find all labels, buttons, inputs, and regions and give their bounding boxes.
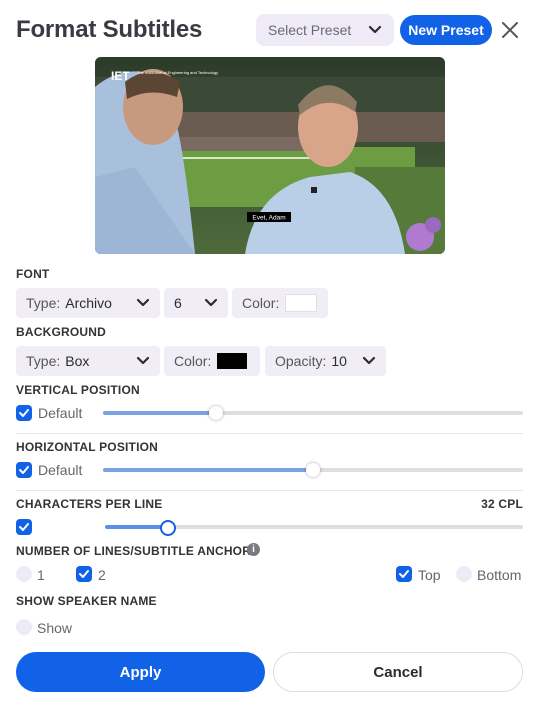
font-color-label: Color:: [242, 295, 280, 311]
chevron-down-icon: [136, 356, 150, 366]
checkmark-icon: [19, 409, 29, 417]
divider: [16, 490, 523, 491]
iet-logo-subtext: The Institution of Engineering and Techn…: [137, 70, 218, 75]
font-section-label: FONT: [16, 267, 50, 281]
horizontal-default-checkbox[interactable]: [16, 462, 32, 478]
vertical-position-label: VERTICAL POSITION: [16, 383, 140, 397]
background-type-value: Box: [65, 353, 90, 369]
chevron-down-icon: [136, 298, 150, 308]
info-icon[interactable]: i: [247, 543, 260, 556]
apply-button[interactable]: Apply: [16, 652, 265, 692]
preset-select-label: Select Preset: [268, 22, 352, 38]
vertical-position-slider[interactable]: [103, 411, 523, 415]
background-type-label: Type:: [26, 353, 61, 369]
lines-1-label: 1: [37, 567, 45, 583]
slider-fill: [103, 468, 313, 472]
preset-select[interactable]: Select Preset: [256, 14, 394, 46]
background-color-swatch[interactable]: [217, 353, 248, 369]
new-preset-button[interactable]: New Preset: [400, 15, 492, 45]
font-color-swatch[interactable]: [285, 294, 318, 312]
chars-per-line-thumb[interactable]: [159, 520, 176, 536]
chars-per-line-checkbox[interactable]: [16, 519, 32, 535]
opacity-dropdown[interactable]: Opacity: 10: [265, 346, 386, 376]
video-preview: IET The Institution of Engineering and T…: [95, 57, 445, 254]
close-icon[interactable]: [498, 18, 522, 42]
opacity-value: 10: [331, 353, 347, 369]
chars-per-line-value: 32 CPL: [481, 497, 523, 511]
iet-logo-text: IET: [111, 69, 130, 83]
opacity-label: Opacity:: [275, 353, 327, 369]
font-color-picker[interactable]: Color:: [232, 288, 328, 318]
show-speaker-label: Show: [37, 620, 73, 636]
lines-anchor-label: NUMBER OF LINES/SUBTITLE ANCHOR: [16, 544, 252, 558]
horizontal-slider-thumb[interactable]: [306, 463, 320, 477]
video-frame-image: IET The Institution of Engineering and T…: [95, 57, 445, 254]
anchor-bottom-label: Bottom: [477, 567, 522, 583]
lines-1-checkbox[interactable]: [16, 566, 32, 582]
font-type-dropdown[interactable]: Type: Archivo: [16, 288, 160, 318]
checkmark-icon: [19, 466, 29, 474]
anchor-top-checkbox[interactable]: [396, 566, 412, 582]
subtitle-caption: Evet, Adam: [252, 215, 285, 222]
lines-2-label: 2: [98, 567, 106, 583]
checkmark-icon: [79, 570, 89, 578]
vertical-default-label: Default: [38, 405, 83, 421]
vertical-slider-thumb[interactable]: [209, 406, 224, 420]
page-title: Format Subtitles: [16, 16, 203, 43]
horizontal-position-label: HORIZONTAL POSITION: [16, 440, 159, 454]
chevron-down-icon: [368, 22, 382, 38]
background-type-dropdown[interactable]: Type: Box: [16, 346, 160, 376]
background-color-picker[interactable]: Color:: [164, 346, 260, 376]
font-type-value: Archivo: [65, 295, 112, 311]
divider: [16, 433, 523, 434]
vertical-default-checkbox[interactable]: [16, 405, 32, 421]
horizontal-default-label: Default: [38, 462, 83, 478]
chars-per-line-label: CHARACTERS PER LINE: [16, 497, 163, 511]
font-size-dropdown[interactable]: 6: [164, 288, 228, 318]
font-type-label: Type:: [26, 295, 61, 311]
cancel-button[interactable]: Cancel: [273, 652, 523, 692]
background-section-label: BACKGROUND: [16, 325, 106, 339]
chevron-down-icon: [204, 298, 218, 308]
show-speaker-checkbox[interactable]: [16, 619, 32, 635]
anchor-bottom-checkbox[interactable]: [456, 566, 472, 582]
font-size-value: 6: [174, 295, 182, 311]
chevron-down-icon: [362, 356, 376, 366]
checkmark-icon: [19, 523, 29, 531]
background-color-label: Color:: [174, 353, 212, 369]
anchor-top-label: Top: [418, 567, 441, 583]
checkmark-icon: [399, 570, 409, 578]
lines-2-checkbox[interactable]: [76, 566, 92, 582]
speaker-name-label: SHOW SPEAKER NAME: [16, 594, 157, 608]
slider-fill: [105, 525, 168, 529]
slider-fill: [103, 411, 217, 415]
